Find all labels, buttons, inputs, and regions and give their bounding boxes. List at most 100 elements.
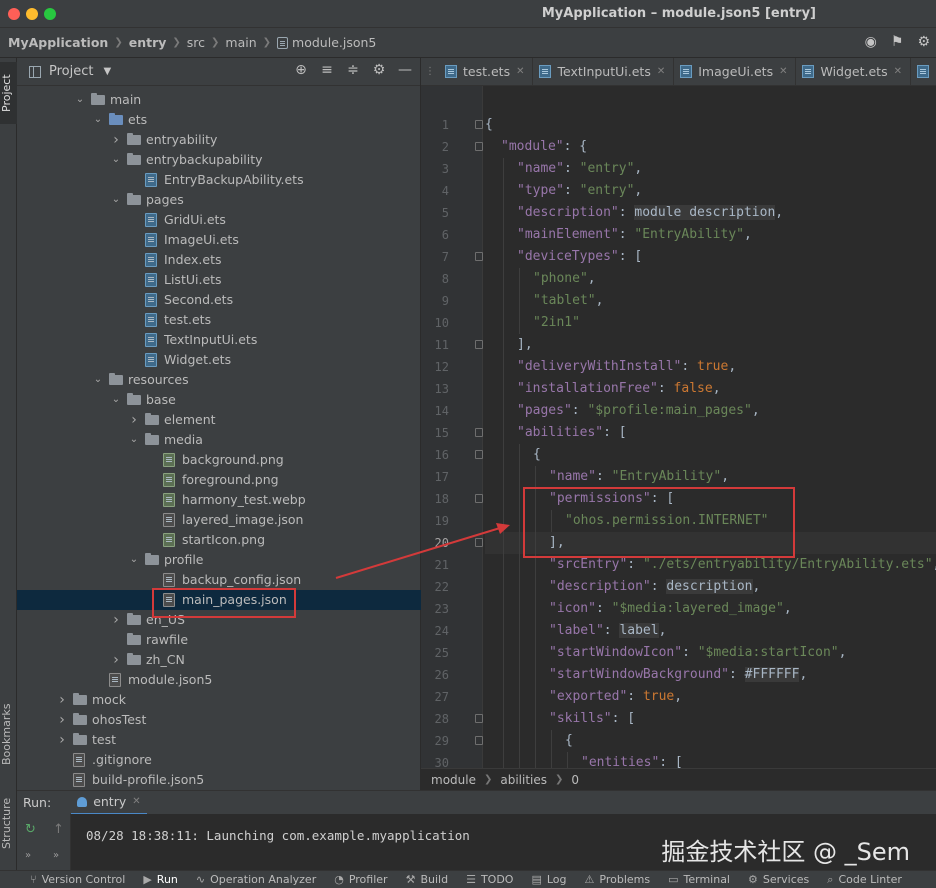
tool-window-log[interactable]: ▤ Log <box>531 873 566 886</box>
gear-icon[interactable]: ⚙ <box>372 62 386 78</box>
code-line[interactable]: 26 "startWindowBackground": #FFFFFF, <box>435 664 936 686</box>
editor-tab[interactable]: Widget.ets ✕ <box>796 58 911 85</box>
more-icon[interactable]: » <box>25 850 31 861</box>
tree-file[interactable]: background.png <box>17 450 421 470</box>
close-icon[interactable]: ✕ <box>516 66 524 77</box>
tool-window-run[interactable]: ▶ Run <box>143 873 178 886</box>
chevron-right-icon[interactable]: › <box>57 730 67 750</box>
target-icon[interactable]: ◉ <box>865 34 877 50</box>
run-tab-entry[interactable]: entry ✕ <box>71 791 147 815</box>
fold-marker-icon[interactable] <box>475 428 483 437</box>
tree-folder[interactable]: › test <box>17 730 421 750</box>
code-line[interactable]: 8 "phone", <box>442 268 936 290</box>
tree-file[interactable]: ImageUi.ets <box>17 230 421 250</box>
tool-window-version-control[interactable]: ⑂ Version Control <box>30 873 125 886</box>
code-line[interactable]: 5 "description": module description, <box>442 202 936 224</box>
breadcrumb-main[interactable]: main <box>225 35 256 50</box>
project-panel-title[interactable]: Project <box>49 64 93 79</box>
editor-tab[interactable]: ImageUi.ets ✕ <box>674 58 797 85</box>
tool-window-terminal[interactable]: ▭ Terminal <box>668 873 730 886</box>
tree-folder[interactable]: ⌄ base <box>17 390 421 410</box>
tree-folder[interactable]: ⌄ entrybackupability <box>17 150 421 170</box>
chevron-down-icon[interactable]: ⌄ <box>111 150 121 170</box>
collapse-all-icon[interactable]: ≑ <box>346 62 360 78</box>
code-line[interactable]: 22 "description": description, <box>435 576 936 598</box>
editor-crumb[interactable]: 0 <box>571 773 579 787</box>
fold-marker-icon[interactable] <box>475 340 483 349</box>
chevron-down-icon[interactable]: ⌄ <box>129 430 139 450</box>
close-icon[interactable]: ✕ <box>779 66 787 77</box>
editor-crumb[interactable]: abilities <box>500 773 547 787</box>
tree-file[interactable]: .gitignore <box>17 750 421 770</box>
code-line[interactable]: 17 "name": "EntryAbility", <box>435 466 936 488</box>
debug-icon[interactable]: ⚑ <box>891 34 904 50</box>
chevron-down-icon[interactable]: ⌄ <box>93 110 103 130</box>
chevron-right-icon[interactable]: › <box>111 610 121 630</box>
code-line[interactable]: 10 "2in1" <box>435 312 936 334</box>
minimize-panel-icon[interactable]: — <box>398 62 412 78</box>
code-line[interactable]: 18 "permissions": [ <box>435 488 936 510</box>
fold-marker-icon[interactable] <box>475 120 483 129</box>
fold-marker-icon[interactable] <box>475 142 483 151</box>
code-line[interactable]: 6 "mainElement": "EntryAbility", <box>442 224 936 246</box>
editor-crumb[interactable]: module <box>431 773 476 787</box>
chevron-right-icon[interactable]: › <box>111 130 121 150</box>
code-line[interactable]: 29 { <box>435 730 936 752</box>
locate-icon[interactable]: ⊕ <box>294 62 308 78</box>
tool-window-code-linter[interactable]: ⌕ Code Linter <box>827 873 902 887</box>
code-line[interactable]: 11], <box>435 334 936 356</box>
chevron-down-icon[interactable]: ⌄ <box>111 190 121 210</box>
expand-all-icon[interactable]: ≡ <box>320 62 334 78</box>
tree-folder[interactable]: › mock <box>17 690 421 710</box>
tabs-scroll-icon[interactable]: ⋮ <box>421 58 439 85</box>
code-line[interactable]: 12 "deliveryWithInstall": true, <box>435 356 936 378</box>
tree-file[interactable]: startIcon.png <box>17 530 421 550</box>
code-line[interactable]: 23 "icon": "$media:layered_image", <box>435 598 936 620</box>
settings-icon[interactable]: ⚙ <box>917 34 930 50</box>
code-line[interactable]: 20], <box>435 532 936 554</box>
fold-marker-icon[interactable] <box>475 736 483 745</box>
tree-file[interactable]: backup_config.json <box>17 570 421 590</box>
tree-file[interactable]: Index.ets <box>17 250 421 270</box>
tree-folder[interactable]: rawfile <box>17 630 421 650</box>
chevron-down-icon[interactable]: ⌄ <box>129 550 139 570</box>
tree-file[interactable]: test.ets <box>17 310 421 330</box>
tool-window-problems[interactable]: ⚠ Problems <box>585 873 651 886</box>
code-line[interactable]: 28 "skills": [ <box>435 708 936 730</box>
code-line[interactable]: 9 "tablet", <box>442 290 936 312</box>
code-line[interactable]: 14 "pages": "$profile:main_pages", <box>435 400 936 422</box>
chevron-down-icon[interactable]: ⌄ <box>111 390 121 410</box>
tree-folder[interactable]: › entryability <box>17 130 421 150</box>
close-icon[interactable]: ✕ <box>132 796 140 807</box>
chevron-right-icon[interactable]: › <box>111 650 121 670</box>
run-console[interactable]: 08/28 18:38:11: Launching com.example.my… <box>71 814 936 870</box>
editor-tab[interactable]: ListUi.ets <box>911 58 936 85</box>
tree-folder[interactable]: ⌄ pages <box>17 190 421 210</box>
tool-window-operation-analyzer[interactable]: ∿ Operation Analyzer <box>196 873 316 886</box>
tree-file[interactable]: GridUi.ets <box>17 210 421 230</box>
fold-marker-icon[interactable] <box>475 538 483 547</box>
tree-folder[interactable]: › en_US <box>17 610 421 630</box>
code-line[interactable]: 7 "deviceTypes": [ <box>442 246 936 268</box>
tree-folder[interactable]: ⌄ profile <box>17 550 421 570</box>
breadcrumb-project[interactable]: MyApplication <box>8 35 108 50</box>
tree-file[interactable]: build-profile.json5 <box>17 770 421 790</box>
tool-window-services[interactable]: ⚙ Services <box>748 873 809 886</box>
fold-marker-icon[interactable] <box>475 714 483 723</box>
tree-file[interactable]: module.json5 <box>17 670 421 690</box>
fold-marker-icon[interactable] <box>475 252 483 261</box>
tool-window-build[interactable]: ⚒ Build <box>406 873 449 886</box>
chevron-right-icon[interactable]: › <box>57 710 67 730</box>
more-icon[interactable]: » <box>53 850 59 861</box>
up-icon[interactable]: ↑ <box>53 822 64 837</box>
tree-file[interactable]: TextInputUi.ets <box>17 330 421 350</box>
code-line[interactable]: 3 "name": "entry", <box>442 158 936 180</box>
code-line[interactable]: 2 "module": { <box>442 136 936 158</box>
code-line[interactable]: 27 "exported": true, <box>435 686 936 708</box>
editor-tab[interactable]: test.ets ✕ <box>439 58 534 85</box>
code-line[interactable]: 16 { <box>435 444 936 466</box>
chevron-right-icon[interactable]: › <box>57 690 67 710</box>
bookmarks-tool-tab[interactable]: Bookmarks <box>0 694 17 774</box>
editor-tab[interactable]: TextInputUi.ets ✕ <box>533 58 675 85</box>
tree-folder[interactable]: › zh_CN <box>17 650 421 670</box>
